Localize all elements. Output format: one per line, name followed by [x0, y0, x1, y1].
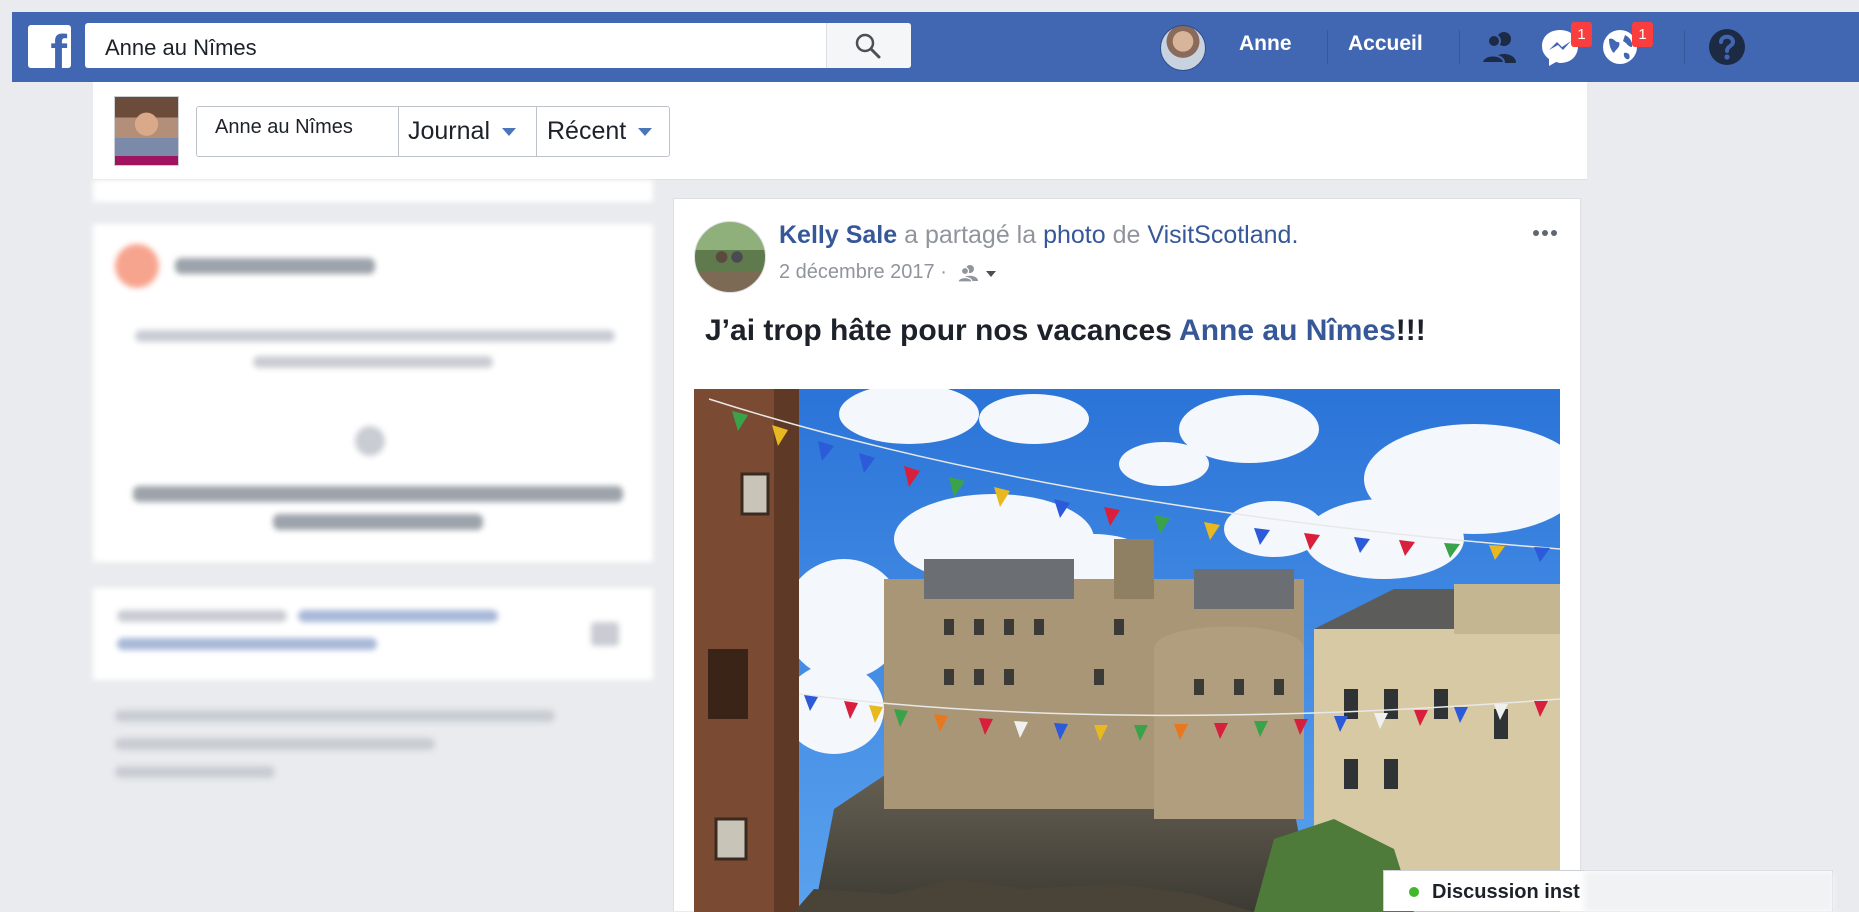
user-avatar[interactable] [1160, 25, 1206, 71]
tagged-user-link[interactable]: Anne au Nîmes [1179, 314, 1396, 347]
sidebar-card [93, 588, 653, 680]
author-link[interactable]: Kelly Sale [779, 221, 897, 249]
post-date[interactable]: 2 décembre 2017 [779, 261, 935, 283]
sidebar-card [93, 180, 653, 202]
search-icon [855, 33, 881, 59]
messages-badge: 1 [1571, 22, 1592, 47]
search-input[interactable]: Anne au Nîmes [105, 35, 257, 61]
top-navigation-bar: f Anne au Nîmes Anne Accueil 1 1 [12, 12, 1859, 82]
sidebar-card [93, 224, 653, 562]
chat-controls-blurred [1584, 871, 1834, 912]
search-box[interactable]: Anne au Nîmes [85, 23, 911, 68]
author-avatar[interactable] [694, 221, 766, 293]
recent-dropdown[interactable]: Récent [537, 107, 669, 156]
search-button[interactable] [826, 23, 911, 68]
left-sidebar-blurred [93, 180, 653, 911]
profile-picture[interactable] [114, 96, 179, 166]
post-message: J’ai trop hâte pour nos vacances Anne au… [705, 314, 1426, 348]
profile-name-button[interactable]: Anne au Nîmes [197, 107, 399, 156]
facebook-logo-icon[interactable]: f [28, 25, 71, 68]
shared-text: a partagé la [904, 221, 1037, 249]
chat-label: Discussion inst [1432, 881, 1580, 903]
chevron-down-icon [638, 128, 653, 137]
help-icon[interactable] [1705, 25, 1749, 69]
profile-header-bar: Anne au Nîmes Journal Récent [93, 82, 1587, 180]
post-meta: 2 décembre 2017 · [779, 261, 998, 284]
journal-dropdown[interactable]: Journal [399, 107, 537, 156]
nav-divider [1684, 30, 1685, 64]
nav-divider [1459, 30, 1460, 64]
audience-friends-icon[interactable] [958, 264, 998, 282]
profile-link[interactable]: Anne [1239, 32, 1292, 56]
feed-post: Kelly Sale a partagé la photo de VisitSc… [673, 198, 1581, 912]
journal-label: Journal [408, 117, 490, 145]
edinburgh-castle-photo [694, 389, 1560, 912]
recent-label: Récent [547, 117, 627, 145]
shared-photo[interactable] [694, 389, 1560, 912]
nav-divider [1327, 30, 1328, 64]
home-link[interactable]: Accueil [1348, 32, 1423, 56]
header-period: . [1291, 221, 1299, 249]
chevron-down-icon [502, 128, 516, 137]
post-text-before: J’ai trop hâte pour nos vacances [705, 314, 1180, 347]
chat-sidebar-toggle[interactable]: Discussion inst [1383, 870, 1834, 912]
profile-nav-group: Anne au Nîmes Journal Récent [196, 106, 670, 157]
photo-link[interactable]: photo [1043, 221, 1106, 249]
date-separator: · [940, 261, 947, 283]
post-text-after: !!! [1395, 314, 1426, 347]
notifications-badge: 1 [1632, 22, 1653, 47]
friend-requests-icon[interactable] [1478, 25, 1522, 69]
page-link[interactable]: VisitScotland [1147, 221, 1291, 249]
of-text: de [1112, 221, 1141, 249]
more-options-icon[interactable] [1532, 229, 1558, 237]
online-status-icon [1409, 887, 1419, 897]
post-header: Kelly Sale a partagé la photo de VisitSc… [779, 221, 1298, 250]
